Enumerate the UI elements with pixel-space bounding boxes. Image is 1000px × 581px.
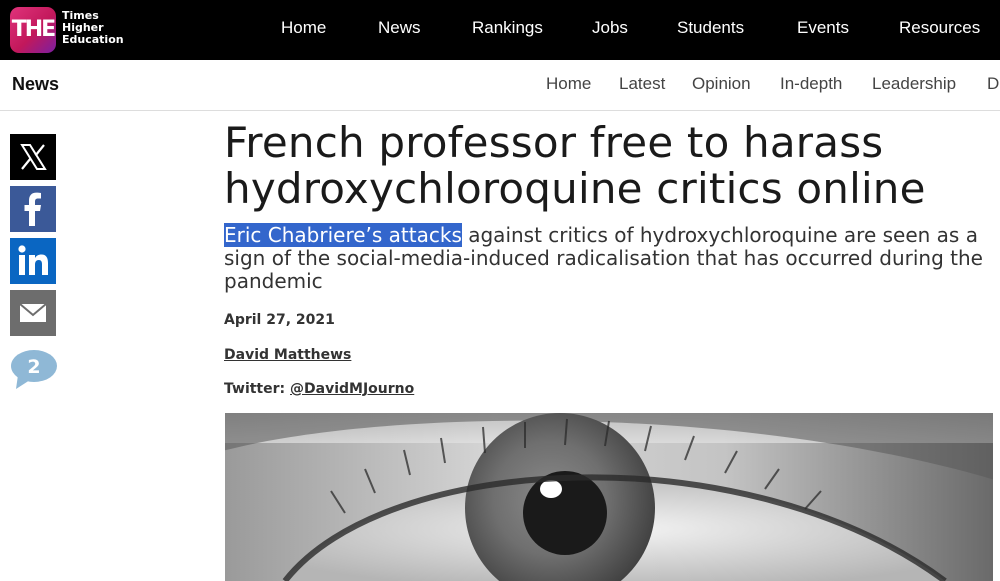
nav-resources[interactable]: Resources (899, 0, 980, 60)
article-hero-image (225, 413, 993, 581)
twitter-handle-link[interactable]: @DavidMJourno (290, 381, 414, 397)
subnav-home[interactable]: Home (546, 74, 591, 94)
selected-text: Eric Chabriere’s attacks (224, 223, 462, 247)
nav-jobs[interactable]: Jobs (592, 0, 628, 60)
facebook-icon (24, 192, 41, 226)
the-logo[interactable]: THE (10, 7, 56, 53)
brand-line: Education (62, 33, 124, 46)
nav-rankings[interactable]: Rankings (472, 0, 543, 60)
share-email-button[interactable] (10, 290, 56, 336)
headline-line: French professor free to harass (224, 118, 884, 167)
nav-news[interactable]: News (378, 0, 421, 60)
comment-count: 2 (27, 356, 40, 378)
x-icon (20, 144, 47, 170)
comment-bubble-icon: 2 (11, 350, 57, 389)
author-twitter: Twitter: @DavidMJourno (224, 381, 414, 397)
section-title[interactable]: News (12, 74, 59, 95)
author-link[interactable]: David Matthews (224, 347, 351, 363)
twitter-label: Twitter: (224, 381, 291, 397)
nav-students[interactable]: Students (677, 0, 744, 60)
subnav-leadership[interactable]: Leadership (872, 74, 956, 94)
publish-date: April 27, 2021 (224, 312, 335, 328)
nav-home[interactable]: Home (281, 0, 326, 60)
article-headline: French professor free to harass hydroxyc… (224, 120, 944, 212)
article-standfirst: Eric Chabriere’s attacks against critics… (224, 223, 999, 293)
headline-line: hydroxychloroquine critics online (224, 164, 926, 213)
eye-image (225, 413, 993, 581)
comments-button[interactable]: 2 (10, 348, 58, 390)
logo-text: THE (11, 17, 56, 42)
subnav-opinion[interactable]: Opinion (692, 74, 751, 94)
subnav-truncated[interactable]: D (987, 74, 999, 94)
share-facebook-button[interactable] (10, 186, 56, 232)
linkedin-icon (18, 245, 48, 275)
nav-events[interactable]: Events (797, 0, 849, 60)
subnav-in-depth[interactable]: In-depth (780, 74, 842, 94)
email-icon (19, 303, 47, 322)
section-navigation-bar: News Home Latest Opinion In-depth Leader… (0, 60, 1000, 111)
share-x-button[interactable] (10, 134, 56, 180)
brand-name[interactable]: Times Higher Education (62, 10, 124, 46)
share-linkedin-button[interactable] (10, 238, 56, 284)
top-navigation-bar: THE Times Higher Education Home News Ran… (0, 0, 1000, 60)
subnav-latest[interactable]: Latest (619, 74, 665, 94)
